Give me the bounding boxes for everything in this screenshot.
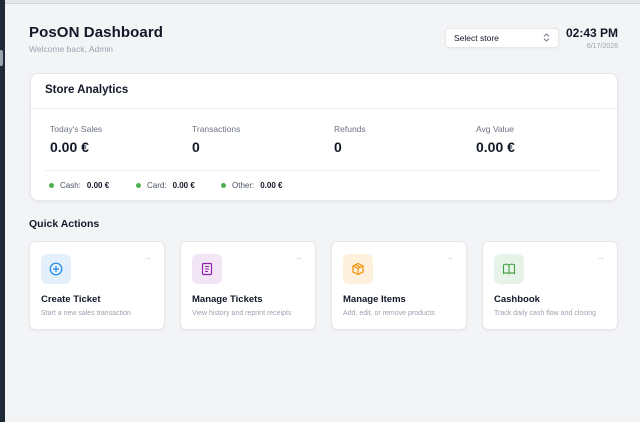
page-header: PosON Dashboard Welcome back, Admin [29,24,163,54]
manage-tickets-card[interactable]: → Manage Tickets View history and reprin… [180,241,316,330]
card-description: View history and reprint receipts [192,310,292,317]
stat-avg-value: Avg Value 0.00 € [476,124,515,155]
edge-notch [0,50,3,66]
store-select[interactable]: Select store [445,28,559,48]
stat-refunds: Refunds 0 [334,124,366,155]
cashbook-card[interactable]: → Cashbook Track daily cash flow and clo… [482,241,618,330]
card-description: Track daily cash flow and closing [494,310,597,317]
clock-date: 6/17/2026 [586,43,618,50]
breakdown-value: 0.00 € [172,181,195,190]
breakdown-cash: Cash: 0.00 € [49,181,109,190]
manage-items-card[interactable]: → Manage Items Add, edit, or remove prod… [331,241,467,330]
breakdown-value: 0.00 € [86,181,110,190]
stat-label: Refunds [334,124,366,134]
breakdown-label: Cash: [60,181,81,190]
store-select-label: Select store [454,33,499,43]
quick-actions-title: Quick Actions [29,218,100,230]
plus-circle-icon [41,254,71,284]
chevron-updown-icon [543,32,550,44]
window-edge [0,0,5,422]
receipt-icon [192,254,222,284]
card-description: Add, edit, or remove products [343,310,435,317]
welcome-text: Welcome back, Admin [29,44,113,54]
book-icon [494,254,524,284]
package-icon [343,254,373,284]
arrow-right-icon: → [596,252,605,262]
breakdown-label: Card: [147,181,167,190]
breakdown-label: Other: [232,181,255,190]
clock: 02:43 PM 6/17/2026 [566,26,618,50]
stat-transactions: Transactions 0 [192,124,240,155]
status-dot [136,183,141,188]
stat-value: 0.00 € [50,139,89,155]
card-title: Create Ticket [41,294,101,305]
analytics-title: Store Analytics [45,84,129,96]
stat-label: Transactions [192,124,241,134]
stat-label: Avg Value [476,124,514,134]
card-title: Manage Tickets [192,294,263,305]
breakdown-card: Card: 0.00 € [136,181,195,190]
divider [45,170,601,171]
stat-value: 0 [334,139,342,155]
store-analytics-card: Store Analytics Today's Sales 0.00 € Tra… [30,73,618,201]
status-dot [49,183,54,188]
card-title: Cashbook [494,294,540,305]
status-dot [221,183,226,188]
breakdown-value: 0.00 € [260,181,283,190]
card-title: Manage Items [343,294,406,305]
clock-time: 02:43 PM [565,26,618,40]
page-title: PosON Dashboard [29,24,164,41]
analytics-header: Store Analytics [31,74,617,109]
arrow-right-icon: → [445,252,454,262]
breakdown-other: Other: 0.00 € [221,181,282,190]
stat-value: 0 [192,139,200,155]
arrow-right-icon: → [143,252,152,262]
stat-label: Today's Sales [50,124,103,134]
stat-todays-sales: Today's Sales 0.00 € [50,124,102,155]
stats-row: Today's Sales 0.00 € Transactions 0 Refu… [50,124,617,160]
arrow-right-icon: → [294,252,303,262]
top-bar [5,0,640,4]
create-ticket-card[interactable]: → Create Ticket Start a new sales transa… [29,241,165,330]
card-description: Start a new sales transaction [41,310,131,317]
stat-value: 0.00 € [476,139,515,155]
